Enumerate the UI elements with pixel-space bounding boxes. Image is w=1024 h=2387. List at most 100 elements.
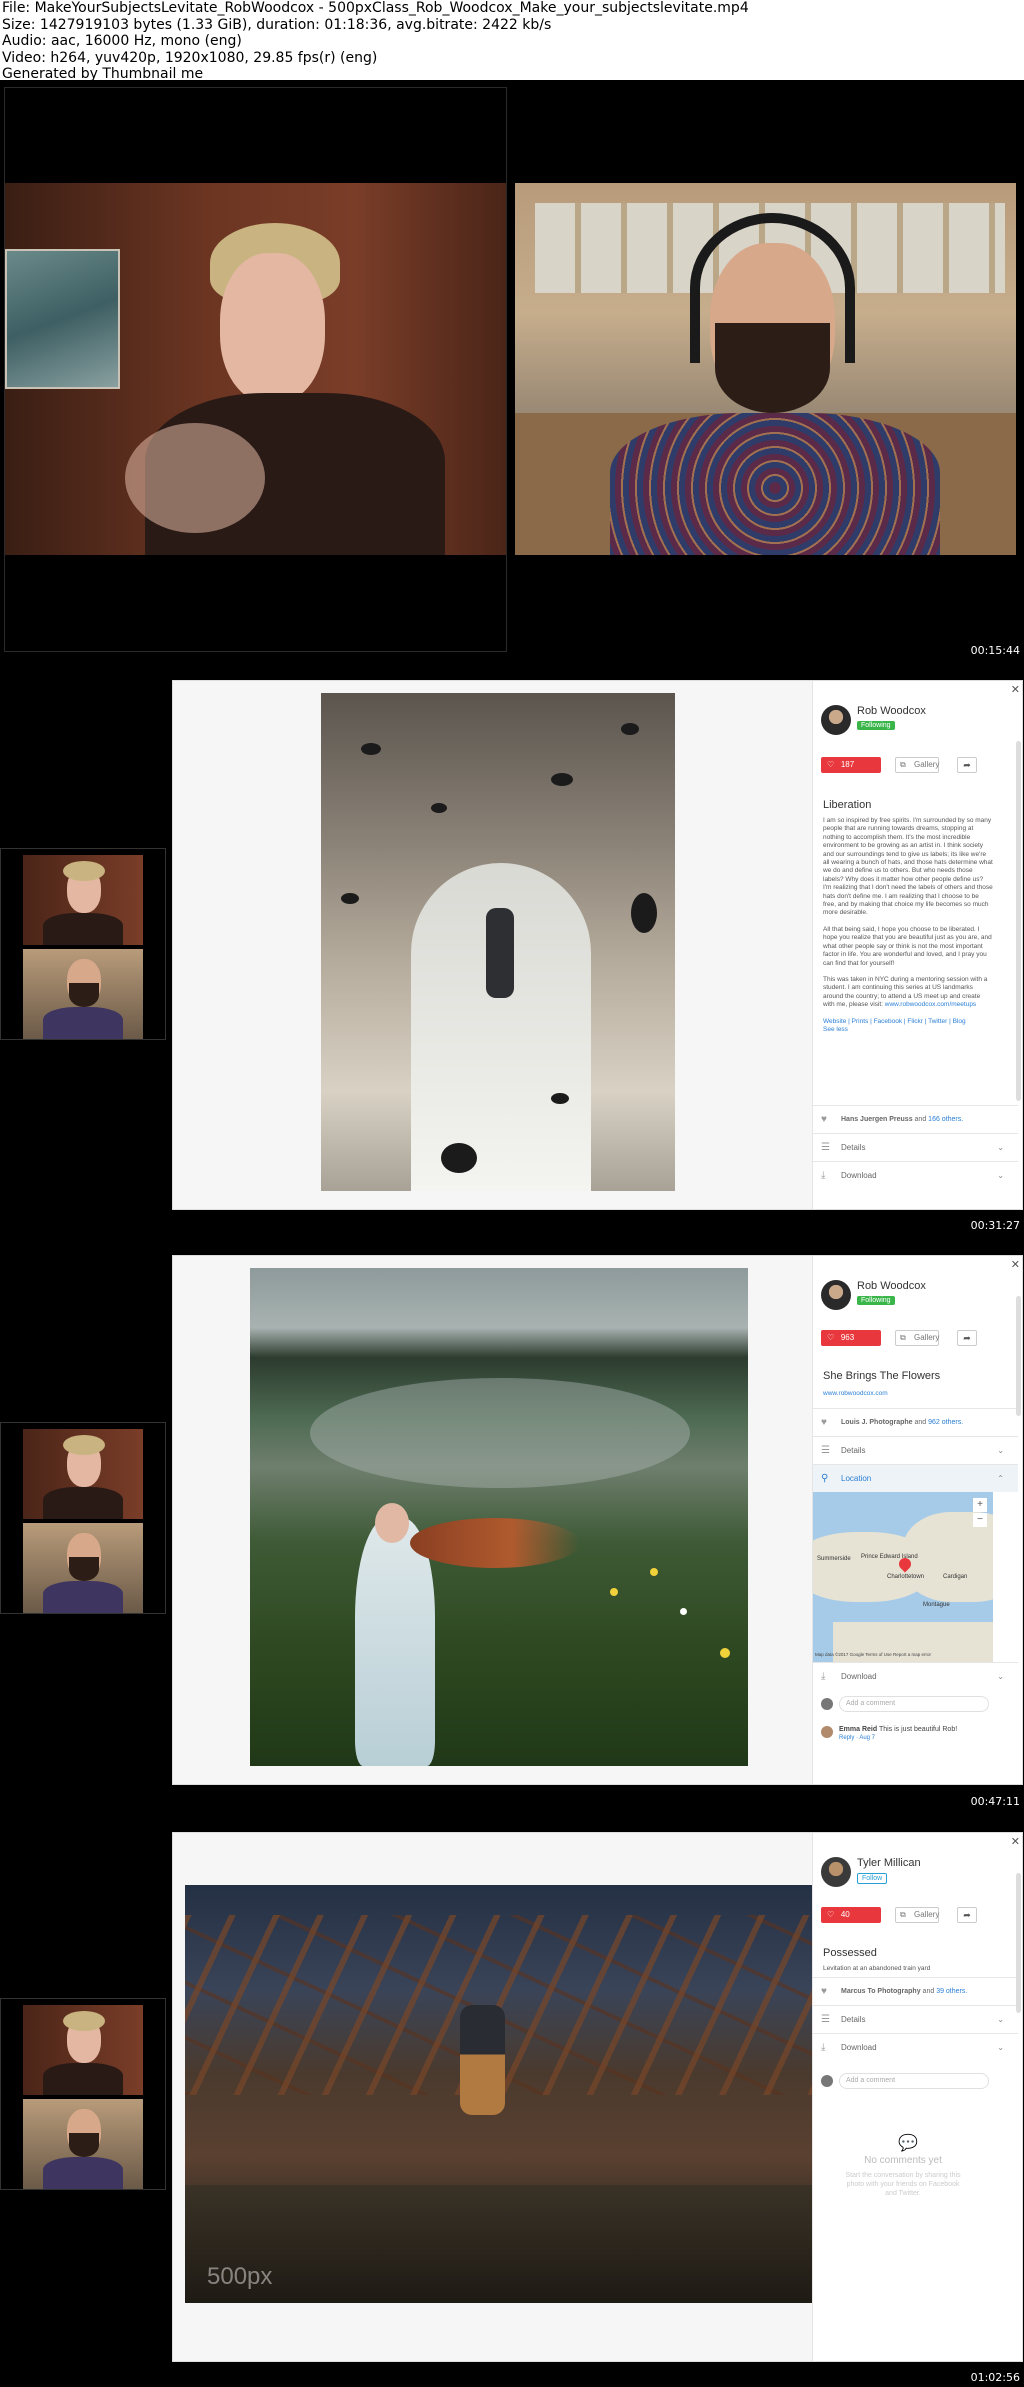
gallery-icon: ⧉ <box>900 1333 906 1342</box>
photo-description: I am so inspired by free spirits. I'm su… <box>823 817 993 1034</box>
photo-flowers[interactable] <box>250 1268 748 1766</box>
generator-line: Generated by Thumbnail me <box>2 66 204 82</box>
webcam-right <box>515 183 1016 555</box>
gallery-button[interactable]: ⧉ Gallery <box>895 1907 939 1923</box>
comment-box: Add a comment <box>821 1696 991 1714</box>
location-map[interactable]: Prince Edward Island Charlottetown Summe… <box>813 1492 993 1662</box>
close-icon[interactable]: ✕ <box>1011 1258 1020 1271</box>
webcam-column-4 <box>0 1998 166 2190</box>
share-icon: ➦ <box>963 760 971 770</box>
chevron-down-icon: ⌄ <box>997 1143 1004 1152</box>
woman-head <box>375 1503 409 1543</box>
map-label: Charlottetown <box>887 1574 925 1580</box>
mini-webcam-right <box>23 949 143 1039</box>
timestamp-4: 01:02:56 <box>970 2371 1020 2384</box>
avatar[interactable] <box>821 705 851 735</box>
scrollbar[interactable] <box>1016 1873 1021 2013</box>
liked-by-row: ♥ Hans Juergen Preuss and 166 others. <box>813 1105 1018 1133</box>
heart-icon: ♥ <box>821 1417 827 1428</box>
share-button[interactable]: ➦ <box>957 1330 977 1346</box>
download-row[interactable]: ⤓ Download ⌄ <box>813 1662 1018 1690</box>
photo-title: Possessed <box>823 1947 877 1959</box>
comment-input[interactable]: Add a comment <box>839 1696 989 1712</box>
like-button[interactable]: ♡ 187 <box>821 757 881 773</box>
location-row[interactable]: ⚲ Location ⌃ <box>813 1464 1018 1492</box>
map-label: Summerside <box>817 1556 851 1562</box>
photo-viewer-3: 500px ✕ Tyler Millican Follow ♡ 40 ⧉ Gall… <box>172 1832 1023 2362</box>
levitating-man <box>460 2005 505 2115</box>
raised-hand <box>125 423 265 533</box>
no-comments-title: No comments yet <box>864 2155 942 2166</box>
like-button[interactable]: ♡ 963 <box>821 1330 881 1346</box>
details-row[interactable]: ☰ Details ⌄ <box>813 1133 1018 1161</box>
photo-possessed[interactable]: 500px <box>185 1885 812 2303</box>
close-icon[interactable]: ✕ <box>1011 1835 1020 1848</box>
heart-icon: ♡ <box>827 1910 835 1919</box>
photographer-name[interactable]: Tyler Millican <box>857 1857 921 1869</box>
follow-button[interactable]: Follow <box>857 1873 888 1884</box>
details-row[interactable]: ☰ Details ⌄ <box>813 2005 1018 2033</box>
person-face <box>220 253 325 403</box>
gallery-icon: ⧉ <box>900 1910 906 1919</box>
zoom-in-button[interactable]: + <box>973 1498 987 1512</box>
photo-info-panel-2: ✕ Rob Woodcox Following ♡ 963 ⧉ Gallery ➦… <box>812 1256 1022 1784</box>
webcam-column-2 <box>0 848 166 1040</box>
download-icon: ⤓ <box>821 2042 826 2053</box>
scrollbar[interactable] <box>1016 1296 1021 1416</box>
audio-line: Audio: aac, 16000 Hz, mono (eng) <box>2 33 242 49</box>
like-button[interactable]: ♡ 40 <box>821 1907 881 1923</box>
share-icon: ➦ <box>963 1910 971 1920</box>
photo-info-panel-1: ✕ Rob Woodcox Following ♡ 187 ⧉ Gallery ➦… <box>812 681 1022 1209</box>
ground <box>185 2185 812 2303</box>
timestamp-2: 00:31:27 <box>970 1219 1020 1232</box>
photo-title: She Brings The Flowers <box>823 1370 941 1382</box>
speech-bubble-icon: 💬 <box>898 2135 918 2152</box>
share-button[interactable]: ➦ <box>957 1907 977 1923</box>
download-icon: ⤓ <box>821 1671 826 1682</box>
commenter-name[interactable]: Emma Reid <box>839 1726 877 1733</box>
download-row[interactable]: ⤓ Download ⌄ <box>813 1161 1018 1189</box>
close-icon[interactable]: ✕ <box>1011 683 1020 696</box>
photographer-name[interactable]: Rob Woodcox <box>857 1280 926 1292</box>
chevron-down-icon: ⌄ <box>997 1446 1004 1455</box>
social-links[interactable]: Website | Prints | Facebook | Flickr | T… <box>823 1018 993 1026</box>
wall-painting <box>5 249 120 389</box>
webcam-column-3 <box>0 1422 166 1614</box>
photo-viewer-1: ✕ Rob Woodcox Following ♡ 187 ⧉ Gallery ➦… <box>172 680 1023 1210</box>
follow-button[interactable]: Following <box>857 1296 895 1305</box>
flowing-hair <box>410 1518 580 1568</box>
heart-icon: ♥ <box>821 1986 827 1997</box>
comment-input[interactable]: Add a comment <box>839 2073 989 2089</box>
chevron-down-icon: ⌄ <box>997 2043 1004 2052</box>
follow-button[interactable]: Following <box>857 721 895 730</box>
webcam-left <box>5 183 506 555</box>
photographer-name[interactable]: Rob Woodcox <box>857 705 926 717</box>
photo-info-panel-3: ✕ Tyler Millican Follow ♡ 40 ⧉ Gallery ➦ … <box>812 1833 1022 2361</box>
file-line: File: MakeYourSubjectsLevitate_RobWoodco… <box>2 0 749 16</box>
scrollbar[interactable] <box>1016 741 1021 1101</box>
gallery-button[interactable]: ⧉ Gallery <box>895 757 939 773</box>
like-count: 40 <box>840 1910 850 1919</box>
mini-webcam-left <box>23 855 143 945</box>
download-row[interactable]: ⤓ Download ⌄ <box>813 2033 1018 2061</box>
watermark-500px: 500px <box>207 2263 273 2290</box>
gallery-button[interactable]: ⧉ Gallery <box>895 1330 939 1346</box>
photo-liberation[interactable] <box>321 693 675 1191</box>
meetups-link[interactable]: www.robwoodcox.com/meetups <box>885 1001 976 1008</box>
avatar[interactable] <box>821 1857 851 1887</box>
chevron-up-icon: ⌃ <box>997 1474 1004 1483</box>
details-row[interactable]: ☰ Details ⌄ <box>813 1436 1018 1464</box>
list-icon: ☰ <box>821 1142 830 1153</box>
zoom-out-button[interactable]: − <box>973 1513 987 1527</box>
chevron-down-icon: ⌄ <box>997 1171 1004 1180</box>
share-button[interactable]: ➦ <box>957 757 977 773</box>
reply-link[interactable]: Reply · Aug 7 <box>839 1735 875 1741</box>
user-avatar <box>821 2075 833 2087</box>
avatar[interactable] <box>821 1280 851 1310</box>
video-line: Video: h264, yuv420p, 1920x1080, 29.85 f… <box>2 49 378 66</box>
levitating-person <box>486 908 514 998</box>
map-pin-icon: ⚲ <box>821 1473 829 1484</box>
timestamp-3: 00:47:11 <box>970 1795 1020 1808</box>
website-link[interactable]: www.robwoodcox.com <box>823 1390 888 1398</box>
see-less-link[interactable]: See less <box>823 1026 993 1034</box>
